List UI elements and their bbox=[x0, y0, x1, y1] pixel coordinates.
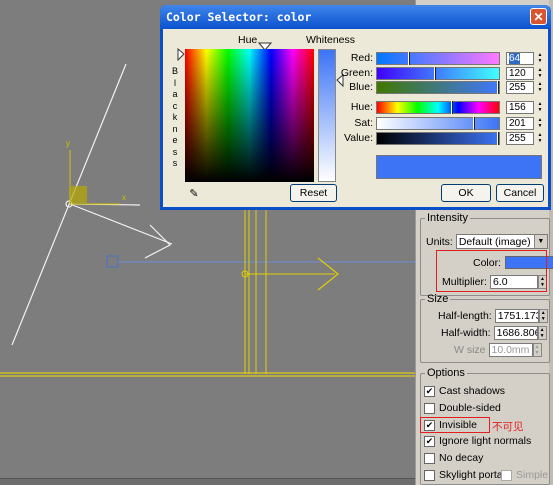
channel-value: 120 bbox=[509, 68, 526, 79]
half-length-spinner[interactable]: ▲ ▼ bbox=[538, 309, 548, 323]
highlight-intensity-box bbox=[436, 250, 547, 292]
channel-spinner[interactable]: ▲ ▼ bbox=[536, 117, 544, 130]
channel-label: Green: bbox=[340, 67, 373, 79]
invisible-note: 不可见 bbox=[492, 421, 524, 433]
skylight-portal-label: Skylight portal bbox=[439, 469, 505, 481]
half-length-label: Half-length: bbox=[438, 310, 492, 322]
dialog-body: Hue Whiteness Blackness Red: 64 ▲ ▼ Green: 12… bbox=[163, 29, 548, 207]
half-width-spinner[interactable]: ▲ ▼ bbox=[537, 326, 547, 340]
intensity-legend: Intensity bbox=[427, 212, 468, 224]
simple-checkbox bbox=[501, 469, 512, 481]
channel-value: 255 bbox=[509, 133, 526, 144]
option-double-sided[interactable]: Double-sided bbox=[424, 402, 501, 414]
units-row: Units: Default (image) ▼ bbox=[426, 234, 548, 249]
half-length-row: Half-length: 1751.173 ▲ ▼ bbox=[438, 309, 548, 323]
skylight-portal-checkbox[interactable] bbox=[424, 469, 435, 481]
channel-value-field[interactable]: 255 bbox=[506, 81, 534, 94]
half-width-row: Half-width: 1686.806 ▲ ▼ bbox=[441, 326, 547, 340]
double-sided-checkbox[interactable] bbox=[424, 402, 435, 414]
simple-label: Simple bbox=[516, 469, 549, 481]
channel-label: Hue: bbox=[350, 101, 373, 113]
double-sided-label: Double-sided bbox=[439, 402, 501, 414]
half-width-field[interactable]: 1686.806 bbox=[493, 326, 538, 340]
ok-button[interactable]: OK bbox=[441, 184, 491, 202]
dialog-title: Color Selector: color bbox=[166, 10, 312, 24]
cancel-button[interactable]: Cancel bbox=[496, 184, 544, 202]
axis-x-label: x bbox=[122, 193, 126, 202]
color-preview-swatch bbox=[376, 155, 542, 179]
channel-slider[interactable] bbox=[376, 52, 500, 65]
channel-value-field[interactable]: 120 bbox=[506, 67, 534, 80]
wsize-spinner: ▲ ▼ bbox=[532, 343, 542, 357]
eyedropper-icon[interactable]: ✎ bbox=[185, 185, 203, 201]
half-width-label: Half-width: bbox=[441, 327, 491, 339]
channel-spinner[interactable]: ▲ ▼ bbox=[536, 52, 544, 65]
cast-shadows-label: Cast shadows bbox=[439, 385, 505, 397]
option-skylight-portal[interactable]: Skylight portal bbox=[424, 469, 505, 481]
wsize-row: W size 10.0mm ▲ ▼ bbox=[454, 343, 542, 357]
blackness-label: Blackness bbox=[171, 66, 178, 168]
channel-value: 255 bbox=[509, 82, 526, 93]
channel-slider[interactable] bbox=[376, 81, 500, 94]
hue-label: Hue bbox=[238, 34, 258, 46]
ignore-light-normals-label: Ignore light normals bbox=[439, 435, 532, 447]
no-decay-checkbox[interactable] bbox=[424, 452, 435, 464]
cancel-label: Cancel bbox=[503, 187, 537, 199]
size-legend: Size bbox=[427, 293, 449, 305]
channel-value: 64 bbox=[509, 53, 521, 64]
channel-spinner[interactable]: ▲ ▼ bbox=[536, 132, 544, 145]
channel-value-field[interactable]: 255 bbox=[506, 132, 534, 145]
units-label: Units: bbox=[426, 235, 453, 248]
no-decay-label: No decay bbox=[439, 452, 484, 464]
color-selector-dialog: Color Selector: color ✕ Hue Whiteness Bl… bbox=[160, 5, 551, 210]
dialog-titlebar[interactable]: Color Selector: color bbox=[160, 5, 551, 29]
channel-slider[interactable] bbox=[376, 101, 500, 114]
units-dropdown[interactable]: Default (image) ▼ bbox=[455, 234, 548, 249]
channel-slider[interactable] bbox=[376, 117, 500, 130]
channel-value: 156 bbox=[509, 102, 526, 113]
options-legend: Options bbox=[427, 367, 465, 379]
wsize-field: 10.0mm bbox=[488, 343, 533, 357]
whiteness-label: Whiteness bbox=[306, 34, 356, 46]
channel-value-field[interactable]: 201 bbox=[506, 117, 534, 130]
slider-knob[interactable] bbox=[434, 67, 436, 80]
slider-knob[interactable] bbox=[497, 81, 499, 94]
ignore-light-normals-checkbox[interactable]: ✔ bbox=[424, 435, 435, 447]
ok-label: OK bbox=[458, 187, 474, 199]
chevron-down-icon: ▼ bbox=[533, 235, 547, 248]
reset-button[interactable]: Reset bbox=[290, 184, 337, 202]
option-cast-shadows[interactable]: ✔ Cast shadows bbox=[424, 385, 505, 397]
option-ignore-light-normals[interactable]: ✔ Ignore light normals bbox=[424, 435, 531, 447]
channel-spinner[interactable]: ▲ ▼ bbox=[536, 67, 544, 80]
slider-knob[interactable] bbox=[408, 52, 410, 65]
blackness-pointer-icon[interactable] bbox=[177, 48, 185, 61]
half-length-field[interactable]: 1751.173 bbox=[494, 309, 539, 323]
time-ruler[interactable] bbox=[0, 478, 415, 485]
slider-knob[interactable] bbox=[497, 132, 499, 145]
wsize-label: W size bbox=[454, 344, 486, 356]
channel-slider[interactable] bbox=[376, 132, 500, 145]
slider-knob[interactable] bbox=[451, 101, 453, 114]
hue-blackness-palette[interactable] bbox=[185, 49, 314, 182]
channel-label: Red: bbox=[350, 52, 373, 64]
channel-value-field[interactable]: 156 bbox=[506, 101, 534, 114]
channel-spinner[interactable]: ▲ ▼ bbox=[536, 81, 544, 94]
channel-slider[interactable] bbox=[376, 67, 500, 80]
highlight-invisible-box bbox=[420, 417, 490, 433]
units-value: Default (image) bbox=[458, 235, 531, 248]
slider-knob[interactable] bbox=[473, 117, 475, 130]
reset-label: Reset bbox=[299, 187, 328, 199]
channel-value-field[interactable]: 64 bbox=[506, 52, 534, 65]
channel-value: 201 bbox=[509, 118, 526, 129]
option-no-decay[interactable]: No decay bbox=[424, 452, 483, 464]
channel-label: Blue: bbox=[349, 81, 373, 93]
axis-y-label: y bbox=[66, 139, 70, 148]
option-simple: Simple bbox=[501, 469, 548, 481]
channel-label: Value: bbox=[344, 132, 373, 144]
channel-spinner[interactable]: ▲ ▼ bbox=[536, 101, 544, 114]
close-icon[interactable]: ✕ bbox=[530, 8, 547, 25]
cast-shadows-checkbox[interactable]: ✔ bbox=[424, 385, 435, 397]
channel-label: Sat: bbox=[354, 117, 373, 129]
